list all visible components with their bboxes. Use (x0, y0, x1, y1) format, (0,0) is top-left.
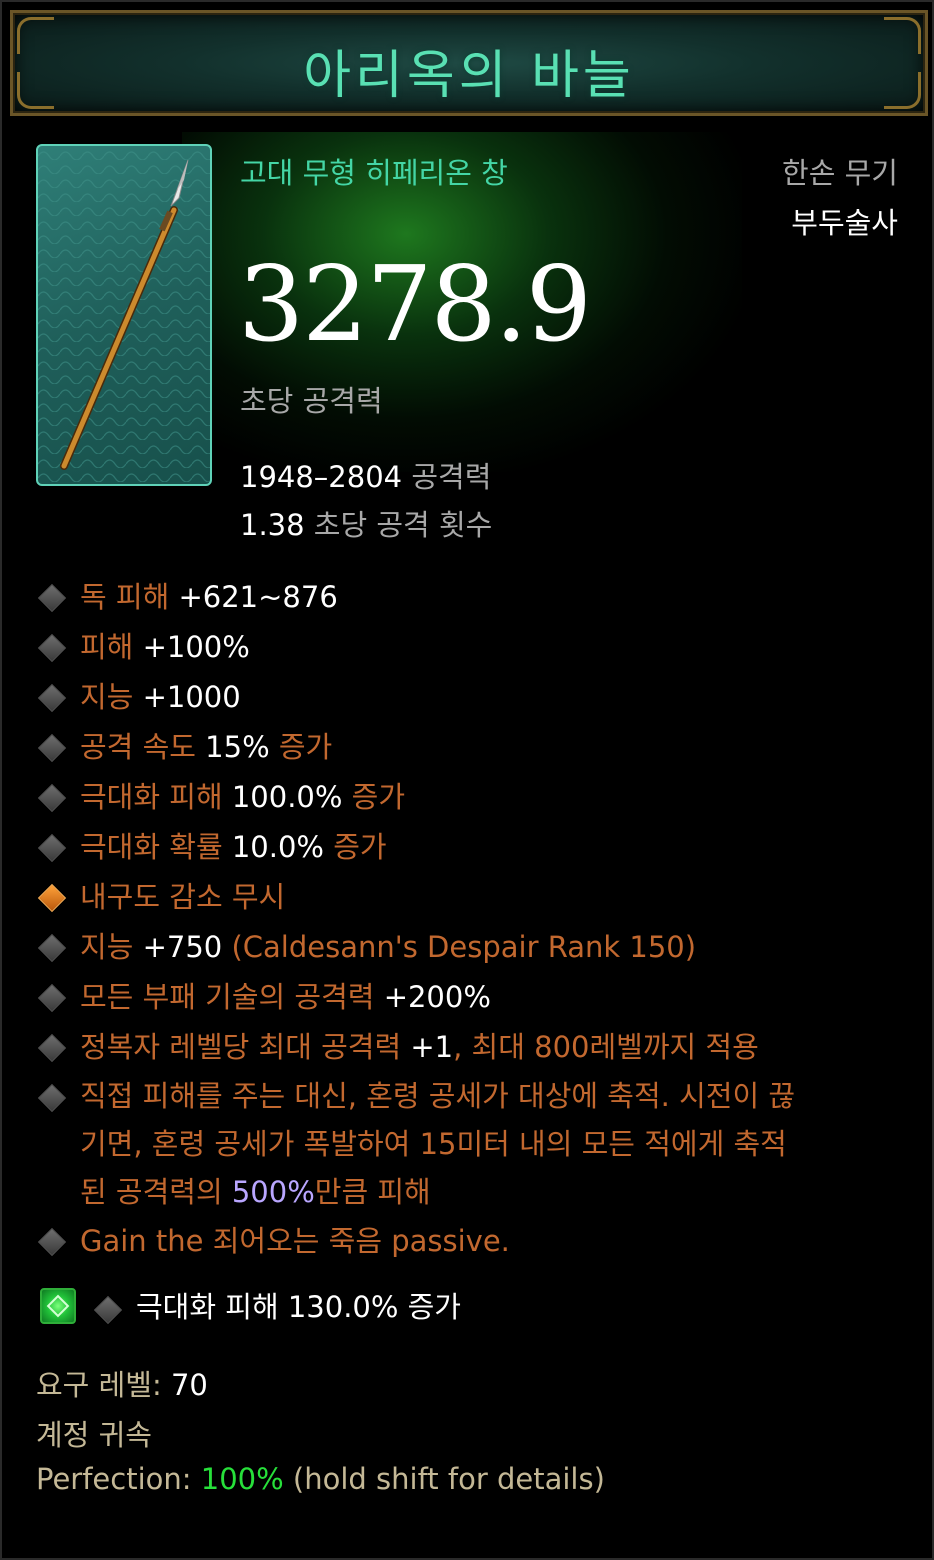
affix-value: +750 (142, 930, 223, 964)
affix-line: Gain the 죄어오는 죽음 passive. (36, 1216, 906, 1266)
affix-list: 독 피해 +621~876 피해 +100% 지능 +1000 공격 속도 15… (36, 572, 906, 1266)
spear-icon (38, 146, 210, 484)
gem-facet (46, 1294, 70, 1318)
affix-line: 극대화 피해 100.0% 증가 (36, 772, 906, 822)
affix-line: 지능 +750 (Caldesann's Despair Rank 150) (36, 922, 906, 972)
item-slot: 한손 무기 (782, 156, 898, 190)
affix-bullet-icon (37, 683, 67, 713)
dps-label: 초당 공격력 (240, 384, 383, 418)
perfection-line: Perfection: 100% (hold shift for details… (36, 1462, 605, 1496)
affix-suffix: (Caldesann's Despair Rank 150) (231, 930, 697, 964)
affix-bullet-icon (37, 1033, 67, 1063)
required-level: 요구 레벨: 70 (36, 1362, 208, 1404)
affix-bullet-icon (37, 933, 67, 963)
emerald-gem-icon[interactable] (40, 1288, 76, 1324)
attack-speed-value: 1.38 (240, 508, 305, 542)
affix-line: 지능 +1000 (36, 672, 906, 722)
item-name: 아리옥의 바늘 (303, 46, 635, 106)
affix-label: 공격 속도 (80, 730, 196, 764)
affix-label: Gain the 죄어오는 죽음 passive. (80, 1224, 510, 1258)
affix-highlight: 500% (231, 1175, 315, 1209)
affix-bullet-icon (37, 783, 67, 813)
affix-bullet-icon (37, 733, 67, 763)
affix-suffix: , 최대 800레벨까지 적용 (453, 1030, 759, 1064)
affix-text: 된 공격력의 (80, 1175, 232, 1209)
tooltip-header: 아리옥의 바늘 (10, 10, 928, 116)
account-bound: 계정 귀속 (36, 1418, 152, 1452)
item-tooltip: 아리옥의 바늘 고대 무형 히페리온 창 한손 무기 부두술사 3278.9 초… (0, 0, 934, 1560)
affix-label: 피해 (80, 630, 134, 664)
affix-line: 정복자 레벨당 최대 공격력 +1, 최대 800레벨까지 적용 (36, 1022, 906, 1072)
affix-line: 극대화 확률 10.0% 증가 (36, 822, 906, 872)
affix-bullet-icon (37, 583, 67, 613)
affix-label: 극대화 확률 (80, 830, 223, 864)
affix-label: 지능 (80, 680, 134, 714)
affix-line: 직접 피해를 주는 대신, 혼령 공세가 대상에 축적. 시전이 끊 기면, 혼… (36, 1072, 906, 1216)
affix-text-line: 된 공격력의 500%만큼 피해 (80, 1168, 906, 1216)
affix-bullet-icon (37, 1083, 67, 1113)
required-level-label: 요구 레벨: (36, 1368, 162, 1402)
perfection-value: 100% (200, 1462, 284, 1496)
legendary-bullet-icon (37, 883, 67, 913)
affix-value: +200% (383, 980, 491, 1014)
socket-bonus: 극대화 피해 130.0% 증가 (136, 1290, 461, 1324)
socket-row: 극대화 피해 130.0% 증가 (36, 1284, 906, 1334)
affix-bullet-icon (37, 633, 67, 663)
affix-bullet-icon (37, 1227, 67, 1257)
affix-label: 지능 (80, 930, 134, 964)
affix-text-line: 직접 피해를 주는 대신, 혼령 공세가 대상에 축적. 시전이 끊 (80, 1079, 796, 1113)
affix-value: +1 (410, 1030, 454, 1064)
affix-label: 극대화 피해 (80, 780, 223, 814)
item-type: 고대 무형 히페리온 창 (240, 156, 508, 190)
perfection-hint: (hold shift for details) (292, 1462, 605, 1496)
affix-label: 정복자 레벨당 최대 공격력 (80, 1030, 402, 1064)
item-class: 부두술사 (791, 206, 898, 240)
affix-label: 내구도 감소 무시 (80, 880, 286, 914)
affix-line: 독 피해 +621~876 (36, 572, 906, 622)
affix-value: +621~876 (178, 580, 338, 614)
affix-suffix: 증가 (351, 780, 406, 814)
item-image (36, 144, 212, 486)
damage-range-value: 1948–2804 (240, 460, 403, 494)
affix-value: 15% (205, 730, 270, 764)
attack-speed-line: 1.38 초당 공격 횟수 (240, 502, 492, 544)
affix-suffix: 증가 (278, 730, 333, 764)
affix-line: 모든 부패 기술의 공격력 +200% (36, 972, 906, 1022)
affix-bullet-icon (37, 983, 67, 1013)
damage-range-label: 공격력 (411, 460, 492, 494)
affix-suffix: 증가 (333, 830, 387, 864)
affix-value: 100.0% (231, 780, 343, 814)
affix-text-line: 기면, 혼령 공세가 폭발하여 15미터 내의 모든 적에게 축적 (80, 1127, 787, 1161)
affix-line: 공격 속도 15% 증가 (36, 722, 906, 772)
affix-bullet-icon (93, 1295, 123, 1325)
affix-bullet-icon (37, 833, 67, 863)
affix-value: +1000 (142, 680, 241, 714)
perfection-label: Perfection: (36, 1462, 192, 1496)
required-level-value: 70 (170, 1368, 208, 1402)
affix-text: 만큼 피해 (314, 1175, 431, 1209)
affix-value: 10.0% (231, 830, 324, 864)
affix-label: 모든 부패 기술의 공격력 (80, 980, 375, 1014)
dps-value: 3278.9 (238, 243, 592, 365)
affix-label: 독 피해 (80, 580, 170, 614)
damage-range-line: 1948–2804 공격력 (240, 454, 491, 496)
affix-line: 내구도 감소 무시 (36, 872, 906, 922)
affix-line: 피해 +100% (36, 622, 906, 672)
attack-speed-label: 초당 공격 횟수 (313, 508, 493, 542)
affix-value: +100% (142, 630, 250, 664)
